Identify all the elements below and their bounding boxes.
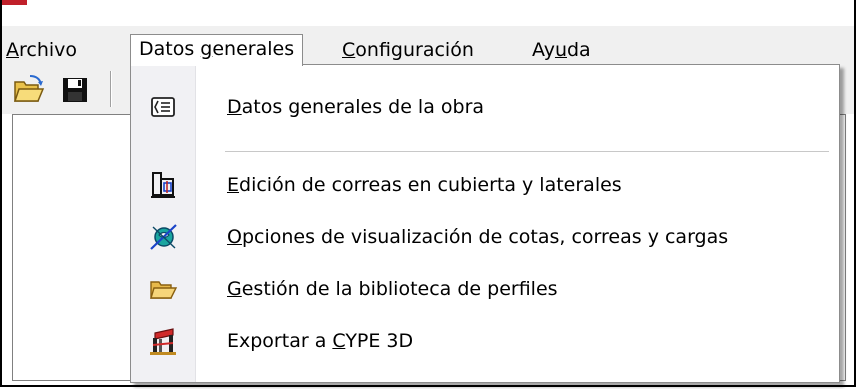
toolbar-separator: [110, 71, 112, 107]
profile-library-folder-icon: [147, 273, 179, 305]
visualization-options-icon: [147, 221, 179, 253]
menu-configuracion[interactable]: Configuración: [342, 36, 474, 64]
menu-item-gestion-biblioteca[interactable]: Gestión de la biblioteca de perfiles: [131, 267, 839, 311]
save-disk-icon[interactable]: [58, 74, 92, 106]
menu-bar: Archivo Datos generales Configuración Ay…: [2, 26, 854, 66]
datos-generales-dropdown: Datos generales de la obra Edición de co…: [130, 64, 840, 383]
menu-item-opciones-visualizacion[interactable]: Opciones de visualización de cotas, corr…: [131, 215, 839, 259]
menu-item-label: Edición de correas en cubierta y lateral…: [227, 174, 622, 196]
purlin-edit-icon: [147, 169, 179, 201]
menu-separator: [225, 151, 829, 152]
menu-ayuda[interactable]: Ayuda: [532, 36, 591, 64]
export-cype3d-icon: [147, 325, 179, 357]
menu-item-label: Datos generales de la obra: [227, 96, 485, 118]
menu-archivo[interactable]: Archivo: [6, 36, 77, 64]
menu-item-label: Gestión de la biblioteca de perfiles: [227, 278, 558, 300]
menu-item-label: Exportar a CYPE 3D: [227, 330, 414, 352]
menu-item-datos-generales-obra[interactable]: Datos generales de la obra: [131, 85, 839, 129]
menu-datos-generales[interactable]: Datos generales: [130, 34, 304, 66]
menu-item-edicion-correas[interactable]: Edición de correas en cubierta y lateral…: [131, 163, 839, 207]
open-folder-icon[interactable]: [12, 74, 46, 106]
menu-item-exportar-cype3d[interactable]: Exportar a CYPE 3D: [131, 319, 839, 363]
general-data-icon: [147, 91, 179, 123]
menu-item-label: Opciones de visualización de cotas, corr…: [227, 226, 729, 248]
